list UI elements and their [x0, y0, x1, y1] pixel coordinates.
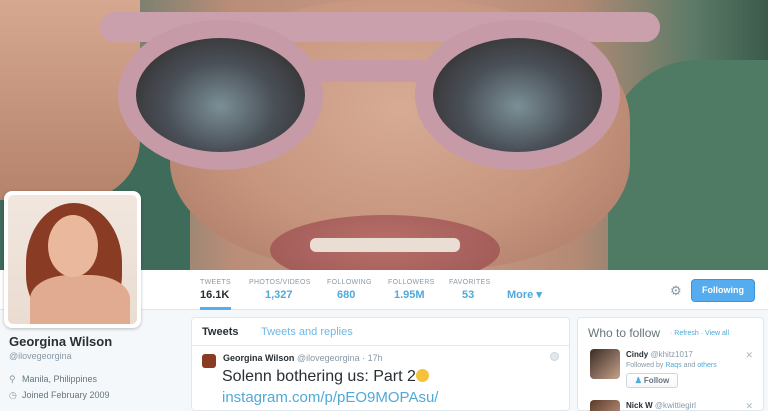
- stat-followers[interactable]: FOLLOWERS 1.95M: [388, 270, 435, 310]
- tweet-text-row: Solenn bothering us: Part 2: [222, 368, 429, 386]
- stat-following[interactable]: FOLLOWING 680: [327, 270, 372, 310]
- stat-value: 1,327: [265, 289, 293, 301]
- suggestion-avatar[interactable]: [590, 349, 620, 379]
- more-label: More: [507, 289, 534, 301]
- following-button[interactable]: Following: [691, 279, 755, 302]
- follow-button[interactable]: ♟ Follow: [626, 373, 678, 388]
- suggestion-handle[interactable]: @khitz1017: [650, 350, 692, 359]
- chevron-down-icon: ▾: [536, 289, 542, 301]
- stat-label: FOLLOWERS: [388, 279, 435, 286]
- tab-tweets-and-replies[interactable]: Tweets and replies: [261, 326, 353, 338]
- stat-label: PHOTOS/VIDEOS: [249, 279, 311, 286]
- tweet-header: Georgina Wilson @ilovegeorgina · 17h: [223, 353, 383, 363]
- stat-label: FAVORITES: [449, 279, 491, 286]
- tweet-time[interactable]: 17h: [368, 353, 383, 363]
- refresh-link[interactable]: Refresh: [674, 330, 699, 337]
- and-text: and: [683, 362, 696, 369]
- stat-value: 1.95M: [394, 289, 425, 301]
- stat-favorites[interactable]: FAVORITES 53: [449, 270, 490, 310]
- joined-text: Joined February 2009: [22, 390, 110, 400]
- avatar-image: [8, 195, 137, 324]
- suggestion-avatar[interactable]: [590, 400, 620, 411]
- dismiss-suggestion-close-icon[interactable]: ✕: [745, 401, 753, 411]
- close-icon[interactable]: [550, 352, 559, 361]
- stat-value: 16.1K: [200, 289, 230, 301]
- timeline: Tweets Tweets and replies Georgina Wilso…: [191, 317, 570, 411]
- stat-tweets[interactable]: TWEETS 16.1K: [200, 270, 231, 310]
- tweet-author-handle[interactable]: @ilovegeorgina: [297, 353, 360, 363]
- person-add-icon: ♟: [634, 376, 642, 385]
- others-link[interactable]: others: [697, 362, 716, 369]
- profile-avatar[interactable]: [4, 191, 141, 328]
- tweet-author-name[interactable]: Georgina Wilson: [223, 353, 294, 363]
- suggestion-handle[interactable]: @kwittiegirl: [655, 401, 696, 410]
- more-menu-button[interactable]: More ▾: [507, 288, 542, 301]
- tweet[interactable]: Georgina Wilson @ilovegeorgina · 17h Sol…: [192, 346, 569, 406]
- followed-by-prefix: Followed by: [626, 362, 664, 369]
- stat-label: TWEETS: [200, 279, 231, 286]
- view-all-link[interactable]: View all: [705, 330, 729, 337]
- profile-handle[interactable]: @ilovegeorgina: [9, 351, 72, 361]
- who-to-follow-title: Who to follow: [588, 326, 661, 340]
- gear-icon[interactable]: ⚙: [670, 283, 682, 299]
- tweet-avatar[interactable]: [202, 354, 216, 368]
- location-text: Manila, Philippines: [22, 374, 98, 384]
- suggestion-name-row: Cindy @khitz1017: [626, 350, 693, 359]
- profile-name[interactable]: Georgina Wilson: [9, 334, 112, 349]
- calendar-icon: ◷: [9, 390, 17, 400]
- follow-label: Follow: [643, 376, 670, 385]
- stat-value: 680: [337, 289, 356, 301]
- tab-tweets[interactable]: Tweets: [202, 326, 238, 338]
- stat-value: 53: [462, 289, 475, 301]
- tweet-link[interactable]: instagram.com/p/pEO9MOPAsu/: [222, 389, 438, 406]
- location-pin-icon: ⚲: [9, 374, 16, 384]
- emoji-icon: [415, 369, 429, 382]
- followed-by-link[interactable]: Raqs: [665, 362, 681, 369]
- stat-label: FOLLOWING: [327, 279, 372, 286]
- timeline-tabs: Tweets Tweets and replies: [192, 318, 569, 346]
- tweet-text: Solenn bothering us: Part 2: [222, 368, 416, 385]
- stat-photos-videos[interactable]: PHOTOS/VIDEOS 1,327: [249, 270, 311, 310]
- who-to-follow-module: Who to follow · Refresh · View all Cindy…: [577, 317, 764, 411]
- who-to-follow-links: · Refresh · View all: [670, 330, 730, 337]
- suggestion-name-row: Nick W @kwittiegirl: [626, 401, 696, 410]
- dismiss-suggestion-close-icon[interactable]: ✕: [745, 350, 753, 361]
- suggestion-name[interactable]: Nick W: [626, 401, 653, 410]
- suggestion-followed-by: Followed by Raqs and others: [626, 362, 717, 369]
- suggestion-name[interactable]: Cindy: [626, 350, 648, 359]
- profile-location: ⚲ Manila, Philippines: [9, 374, 97, 385]
- profile-joined: ◷ Joined February 2009: [9, 390, 110, 401]
